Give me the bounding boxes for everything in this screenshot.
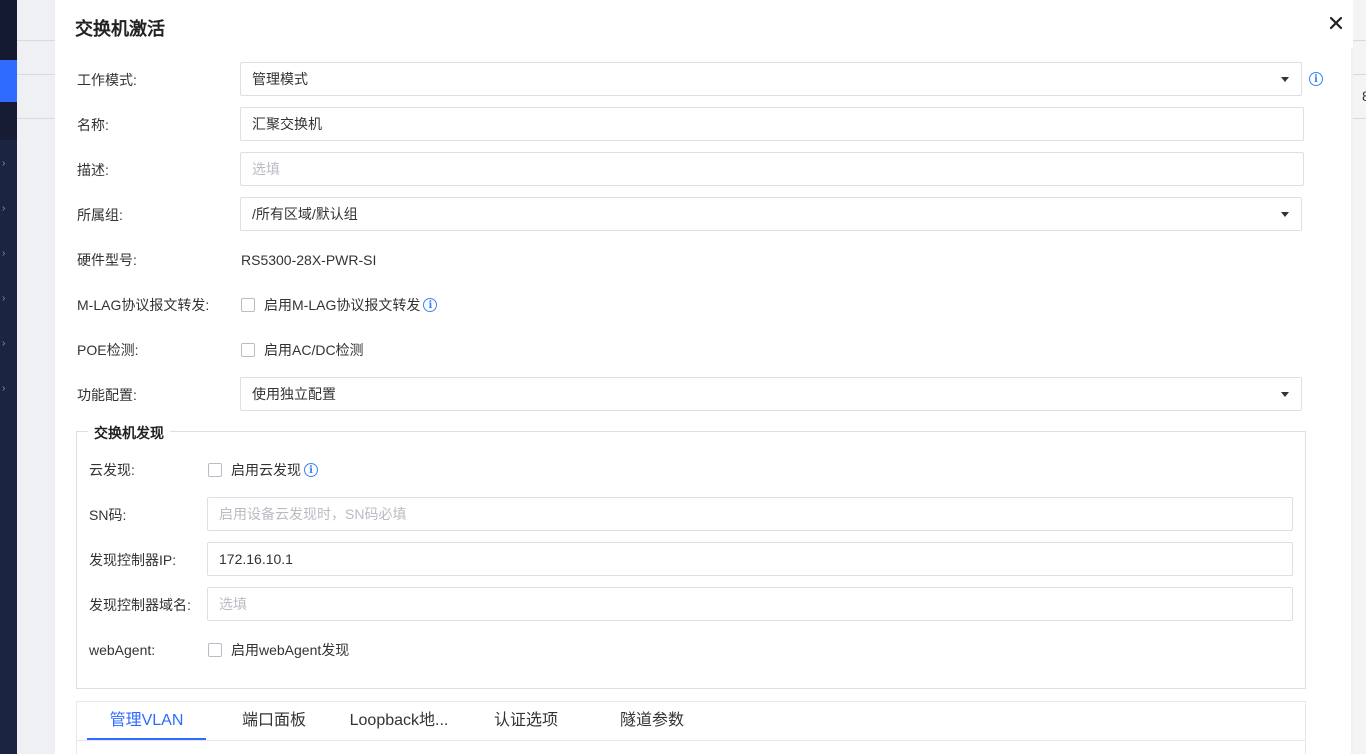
name-input[interactable]: 汇聚交换机 bbox=[240, 107, 1304, 141]
tab-port-panel[interactable]: 端口面板 bbox=[222, 702, 326, 740]
function-config-row: 功能配置: 使用独立配置 bbox=[55, 377, 1353, 413]
webagent-label: webAgent: bbox=[89, 642, 156, 658]
tab-auth-options[interactable]: 认证选项 bbox=[474, 702, 578, 740]
info-icon[interactable]: i bbox=[423, 298, 438, 312]
work-mode-row: 工作模式: 管理模式 i bbox=[55, 62, 1353, 98]
webagent-checkbox-group[interactable]: 启用webAgent发现 bbox=[208, 632, 349, 668]
poe-checkbox-label: 启用AC/DC检测 bbox=[264, 342, 364, 358]
chevron-right-icon: › bbox=[2, 338, 6, 349]
tab-tunnel-params[interactable]: 隧道参数 bbox=[600, 702, 704, 740]
cloud-discovery-checkbox-group[interactable]: 启用云发现 i bbox=[208, 452, 318, 488]
close-button[interactable] bbox=[1323, 10, 1349, 36]
group-label: 所属组: bbox=[77, 207, 123, 223]
sn-label: SN码: bbox=[89, 507, 127, 523]
function-config-select[interactable]: 使用独立配置 bbox=[240, 377, 1302, 411]
chevron-right-icon: › bbox=[2, 293, 6, 304]
work-mode-value: 管理模式 bbox=[252, 71, 308, 87]
work-mode-select[interactable]: 管理模式 bbox=[240, 62, 1302, 96]
group-row: 所属组: /所有区域/默认组 bbox=[55, 197, 1353, 233]
group-select[interactable]: /所有区域/默认组 bbox=[240, 197, 1302, 231]
active-tab-indicator bbox=[87, 738, 206, 740]
function-config-value: 使用独立配置 bbox=[252, 386, 336, 402]
dialog-title: 交换机激活 bbox=[75, 19, 165, 39]
controller-domain-row: 发现控制器域名: 选填 bbox=[55, 587, 1353, 623]
background-sidebar: › › › › › › bbox=[0, 0, 17, 754]
mlag-label: M-LAG协议报文转发: bbox=[77, 297, 210, 313]
caret-down-icon bbox=[1281, 212, 1289, 217]
sn-input[interactable]: 启用设备云发现时，SN码必填 bbox=[207, 497, 1293, 531]
name-label: 名称: bbox=[77, 117, 109, 133]
background-content bbox=[17, 0, 55, 754]
webagent-row: webAgent: 启用webAgent发现 bbox=[55, 632, 1353, 668]
cloud-discovery-row: 云发现: 启用云发现 i bbox=[55, 452, 1353, 488]
close-icon bbox=[1329, 16, 1343, 30]
work-mode-label: 工作模式: bbox=[77, 72, 137, 88]
controller-domain-placeholder: 选填 bbox=[219, 596, 247, 612]
controller-ip-label: 发现控制器IP: bbox=[89, 552, 177, 568]
name-row: 名称: 汇聚交换机 bbox=[55, 107, 1353, 143]
cloud-discovery-label: 云发现: bbox=[89, 462, 135, 478]
chevron-right-icon: › bbox=[2, 203, 6, 214]
sidebar-active-item bbox=[0, 60, 17, 102]
hardware-label: 硬件型号: bbox=[77, 252, 137, 268]
description-input[interactable]: 选填 bbox=[240, 152, 1304, 186]
description-row: 描述: 选填 bbox=[55, 152, 1353, 188]
mlag-checkbox-label: 启用M-LAG协议报文转发 bbox=[264, 297, 421, 313]
cloud-discovery-checkbox[interactable] bbox=[208, 463, 222, 477]
tab-loopback[interactable]: Loopback地... bbox=[339, 702, 459, 740]
background-clipped-text: 8 bbox=[1362, 88, 1366, 104]
controller-ip-value: 172.16.10.1 bbox=[219, 551, 293, 567]
description-label: 描述: bbox=[77, 162, 109, 178]
controller-ip-row: 发现控制器IP: 172.16.10.1 bbox=[55, 542, 1353, 578]
config-tabs: 管理VLAN 端口面板 Loopback地... 认证选项 隧道参数 bbox=[76, 701, 1306, 754]
poe-checkbox[interactable] bbox=[241, 343, 255, 357]
chevron-right-icon: › bbox=[2, 383, 6, 394]
switch-activation-dialog: 交换机激活 工作模式: 管理模式 i 名称: 汇聚交换机 描述: 选填 所属组:… bbox=[55, 0, 1353, 754]
description-placeholder: 选填 bbox=[252, 161, 280, 177]
poe-checkbox-group[interactable]: 启用AC/DC检测 bbox=[241, 332, 364, 368]
sidebar-block bbox=[0, 0, 17, 60]
caret-down-icon bbox=[1281, 392, 1289, 397]
group-value: /所有区域/默认组 bbox=[252, 206, 358, 222]
chevron-right-icon: › bbox=[2, 158, 6, 169]
webagent-checkbox-label: 启用webAgent发现 bbox=[231, 642, 350, 658]
info-icon[interactable]: i bbox=[1309, 72, 1323, 86]
cloud-discovery-checkbox-label: 启用云发现 bbox=[231, 462, 301, 478]
hardware-row: 硬件型号: RS5300-28X-PWR-SI bbox=[55, 242, 1353, 278]
poe-row: POE检测: 启用AC/DC检测 bbox=[55, 332, 1353, 368]
mlag-checkbox-group[interactable]: 启用M-LAG协议报文转发 i bbox=[241, 287, 438, 323]
sn-row: SN码: 启用设备云发现时，SN码必填 bbox=[55, 497, 1353, 533]
mlag-row: M-LAG协议报文转发: 启用M-LAG协议报文转发 i bbox=[55, 287, 1353, 323]
caret-down-icon bbox=[1281, 77, 1289, 82]
controller-domain-input[interactable]: 选填 bbox=[207, 587, 1293, 621]
info-icon[interactable]: i bbox=[304, 463, 318, 477]
mlag-checkbox[interactable] bbox=[241, 298, 255, 312]
controller-ip-input[interactable]: 172.16.10.1 bbox=[207, 542, 1293, 576]
switch-discovery-legend: 交换机发现 bbox=[88, 423, 170, 443]
hardware-value: RS5300-28X-PWR-SI bbox=[241, 252, 377, 268]
webagent-checkbox[interactable] bbox=[208, 643, 222, 657]
tab-bar: 管理VLAN 端口面板 Loopback地... 认证选项 隧道参数 bbox=[77, 702, 1305, 741]
chevron-right-icon: › bbox=[2, 248, 6, 259]
poe-label: POE检测: bbox=[77, 342, 139, 358]
name-value: 汇聚交换机 bbox=[252, 116, 322, 132]
controller-domain-label: 发现控制器域名: bbox=[89, 597, 191, 613]
sn-placeholder: 启用设备云发现时，SN码必填 bbox=[219, 506, 407, 522]
tab-management-vlan[interactable]: 管理VLAN bbox=[87, 702, 206, 740]
dialog-scrollbar[interactable] bbox=[1351, 48, 1353, 754]
sidebar-block bbox=[0, 102, 17, 140]
function-config-label: 功能配置: bbox=[77, 387, 137, 403]
